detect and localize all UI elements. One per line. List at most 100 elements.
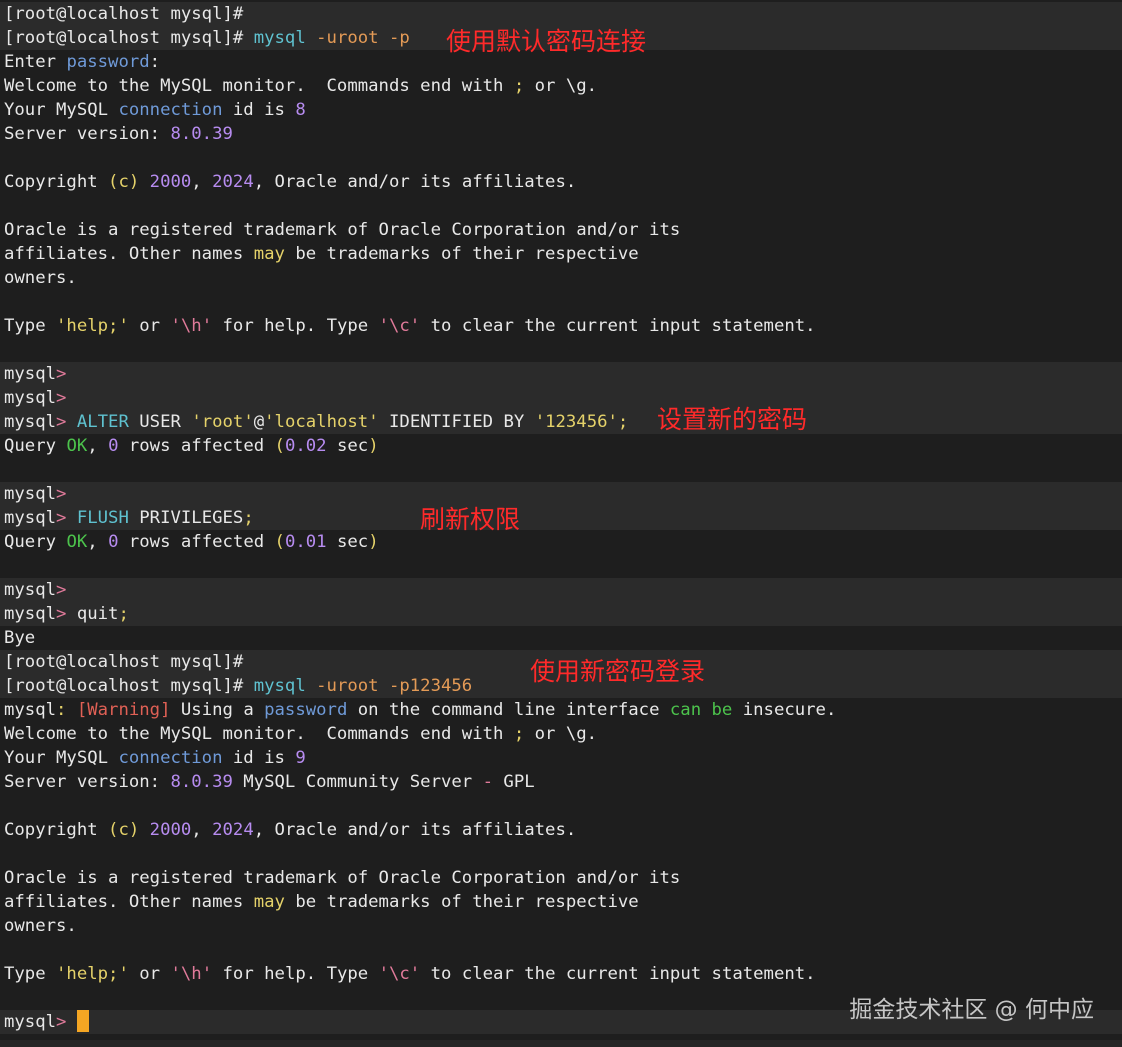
terminal-text-segment: '123456' bbox=[534, 412, 618, 432]
terminal-line: affiliates. Other names may be trademark… bbox=[0, 242, 1122, 266]
terminal-text-segment: or bbox=[128, 964, 171, 984]
terminal-line: Query OK, 0 rows affected (0.02 sec) bbox=[0, 434, 1122, 458]
terminal-text-segment: 9 bbox=[295, 748, 306, 768]
terminal-text-segment: ; bbox=[617, 412, 629, 432]
terminal-text-segment: Enter bbox=[4, 52, 67, 72]
terminal-line: Bye bbox=[0, 626, 1122, 650]
terminal-line: mysql> FLUSH PRIVILEGES; bbox=[0, 506, 1122, 530]
terminal-text-segment: > bbox=[56, 604, 77, 624]
terminal-text-segment: for help. Type bbox=[212, 964, 379, 984]
terminal-line: [root@localhost mysql]# bbox=[0, 2, 1122, 26]
terminal-text-segment: Copyright bbox=[4, 172, 109, 192]
terminal-text-segment: Server version: bbox=[4, 772, 171, 792]
terminal-text-segment: affiliates. Other names bbox=[4, 244, 254, 264]
terminal-text-segment: mysql bbox=[4, 412, 57, 432]
terminal-text-segment: > bbox=[56, 388, 77, 408]
terminal-text-segment: , bbox=[191, 820, 213, 840]
terminal-text-segment: mysql bbox=[4, 580, 57, 600]
terminal-text-segment: > bbox=[56, 580, 77, 600]
terminal-text-segment: [root@localhost mysql]# bbox=[4, 28, 254, 48]
terminal-text-segment: 0.02 bbox=[284, 436, 327, 456]
terminal-line: mysql> bbox=[0, 386, 1122, 410]
terminal-text-segment: Oracle is a registered trademark of Orac… bbox=[4, 220, 681, 240]
terminal-text-segment: , bbox=[87, 436, 109, 456]
annotation-set-new-password: 设置新的密码 bbox=[657, 405, 808, 434]
terminal-text-segment: ) bbox=[368, 532, 379, 552]
terminal-text-segment: or bbox=[128, 316, 171, 336]
terminal-text-segment: Bye bbox=[4, 628, 36, 648]
terminal-text-segment: GPL bbox=[493, 772, 535, 792]
terminal-text-segment: 2000 bbox=[149, 820, 192, 840]
terminal-text-segment: password bbox=[264, 700, 348, 720]
terminal-text-segment: Server version: bbox=[4, 124, 171, 144]
terminal-text-segment: 2024 bbox=[212, 172, 254, 192]
terminal-line: Welcome to the MySQL monitor. Commands e… bbox=[0, 74, 1122, 98]
terminal-line: owners. bbox=[0, 266, 1122, 290]
terminal-text-segment: owners. bbox=[4, 916, 77, 936]
terminal-text-segment: 'help;' bbox=[56, 964, 129, 984]
terminal-text-segment: -uroot -p bbox=[316, 28, 410, 48]
terminal-line: owners. bbox=[0, 914, 1122, 938]
terminal-text-segment: mysql bbox=[4, 388, 57, 408]
terminal-text-segment: ( bbox=[274, 436, 285, 456]
terminal-text-segment: FLUSH bbox=[76, 508, 129, 528]
terminal-text-segment: 'help;' bbox=[56, 316, 129, 336]
terminal-text-segment: Your MySQL bbox=[4, 100, 119, 120]
terminal-text-segment: USER bbox=[128, 412, 192, 432]
terminal-text-segment: be bbox=[711, 700, 733, 720]
terminal-text-segment: Type bbox=[4, 964, 57, 984]
terminal-text-segment: id is bbox=[222, 748, 296, 768]
terminal-line: Server version: 8.0.39 bbox=[0, 122, 1122, 146]
terminal-text-segment: mysql bbox=[4, 508, 57, 528]
terminal-text-segment: 8.0.39 bbox=[170, 772, 233, 792]
terminal-text-segment: Welcome to the MySQL monitor. Commands e… bbox=[4, 76, 514, 96]
terminal-text-segment: > bbox=[56, 1012, 77, 1032]
terminal-line: Copyright (c) 2000, 2024, Oracle and/or … bbox=[0, 818, 1122, 842]
terminal-text-segment: ) bbox=[368, 436, 379, 456]
terminal-text-segment: insecure. bbox=[732, 700, 837, 720]
terminal-text-segment: (c) bbox=[108, 820, 140, 840]
terminal-text-segment: on the command line interface bbox=[347, 700, 670, 720]
terminal-text-segment: , bbox=[87, 532, 109, 552]
terminal-line: Server version: 8.0.39 MySQL Community S… bbox=[0, 770, 1122, 794]
terminal-text-segment: can bbox=[669, 700, 702, 720]
terminal-window[interactable]: [root@localhost mysql]# [root@localhost … bbox=[0, 0, 1122, 1047]
terminal-line: Type 'help;' or '\h' for help. Type '\c'… bbox=[0, 314, 1122, 338]
terminal-text-segment: may bbox=[253, 892, 285, 912]
terminal-text-segment: to clear the current input statement. bbox=[420, 964, 816, 984]
terminal-text-segment: mysql bbox=[4, 1012, 57, 1032]
terminal-text-segment: PRIVILEGES bbox=[128, 508, 244, 528]
terminal-line: Type 'help;' or '\h' for help. Type '\c'… bbox=[0, 962, 1122, 986]
terminal-line: Copyright (c) 2000, 2024, Oracle and/or … bbox=[0, 170, 1122, 194]
terminal-text-segment: > bbox=[56, 364, 77, 384]
terminal-line: affiliates. Other names may be trademark… bbox=[0, 890, 1122, 914]
terminal-line: mysql> bbox=[0, 362, 1122, 386]
terminal-text-segment: Using a bbox=[170, 700, 265, 720]
terminal-text-segment: 0 bbox=[108, 436, 119, 456]
terminal-text-segment: ; bbox=[118, 604, 129, 624]
terminal-text-segment: 0 bbox=[108, 532, 119, 552]
terminal-text-segment: : bbox=[56, 700, 77, 720]
terminal-text-segment: quit bbox=[76, 604, 119, 624]
terminal-text-segment: owners. bbox=[4, 268, 77, 288]
annotation-flush-privileges: 刷新权限 bbox=[420, 505, 521, 534]
terminal-text-segment: rows affected bbox=[118, 532, 275, 552]
terminal-text-segment: mysql bbox=[4, 484, 57, 504]
terminal-text-segment: or \g. bbox=[524, 724, 598, 744]
text-cursor bbox=[76, 1010, 89, 1032]
terminal-text-segment: '\c' bbox=[378, 964, 421, 984]
terminal-text-segment: OK bbox=[66, 532, 88, 552]
terminal-line: Oracle is a registered trademark of Orac… bbox=[0, 218, 1122, 242]
terminal-text-segment: sec bbox=[326, 436, 369, 456]
terminal-text-segment: '\c' bbox=[378, 316, 421, 336]
